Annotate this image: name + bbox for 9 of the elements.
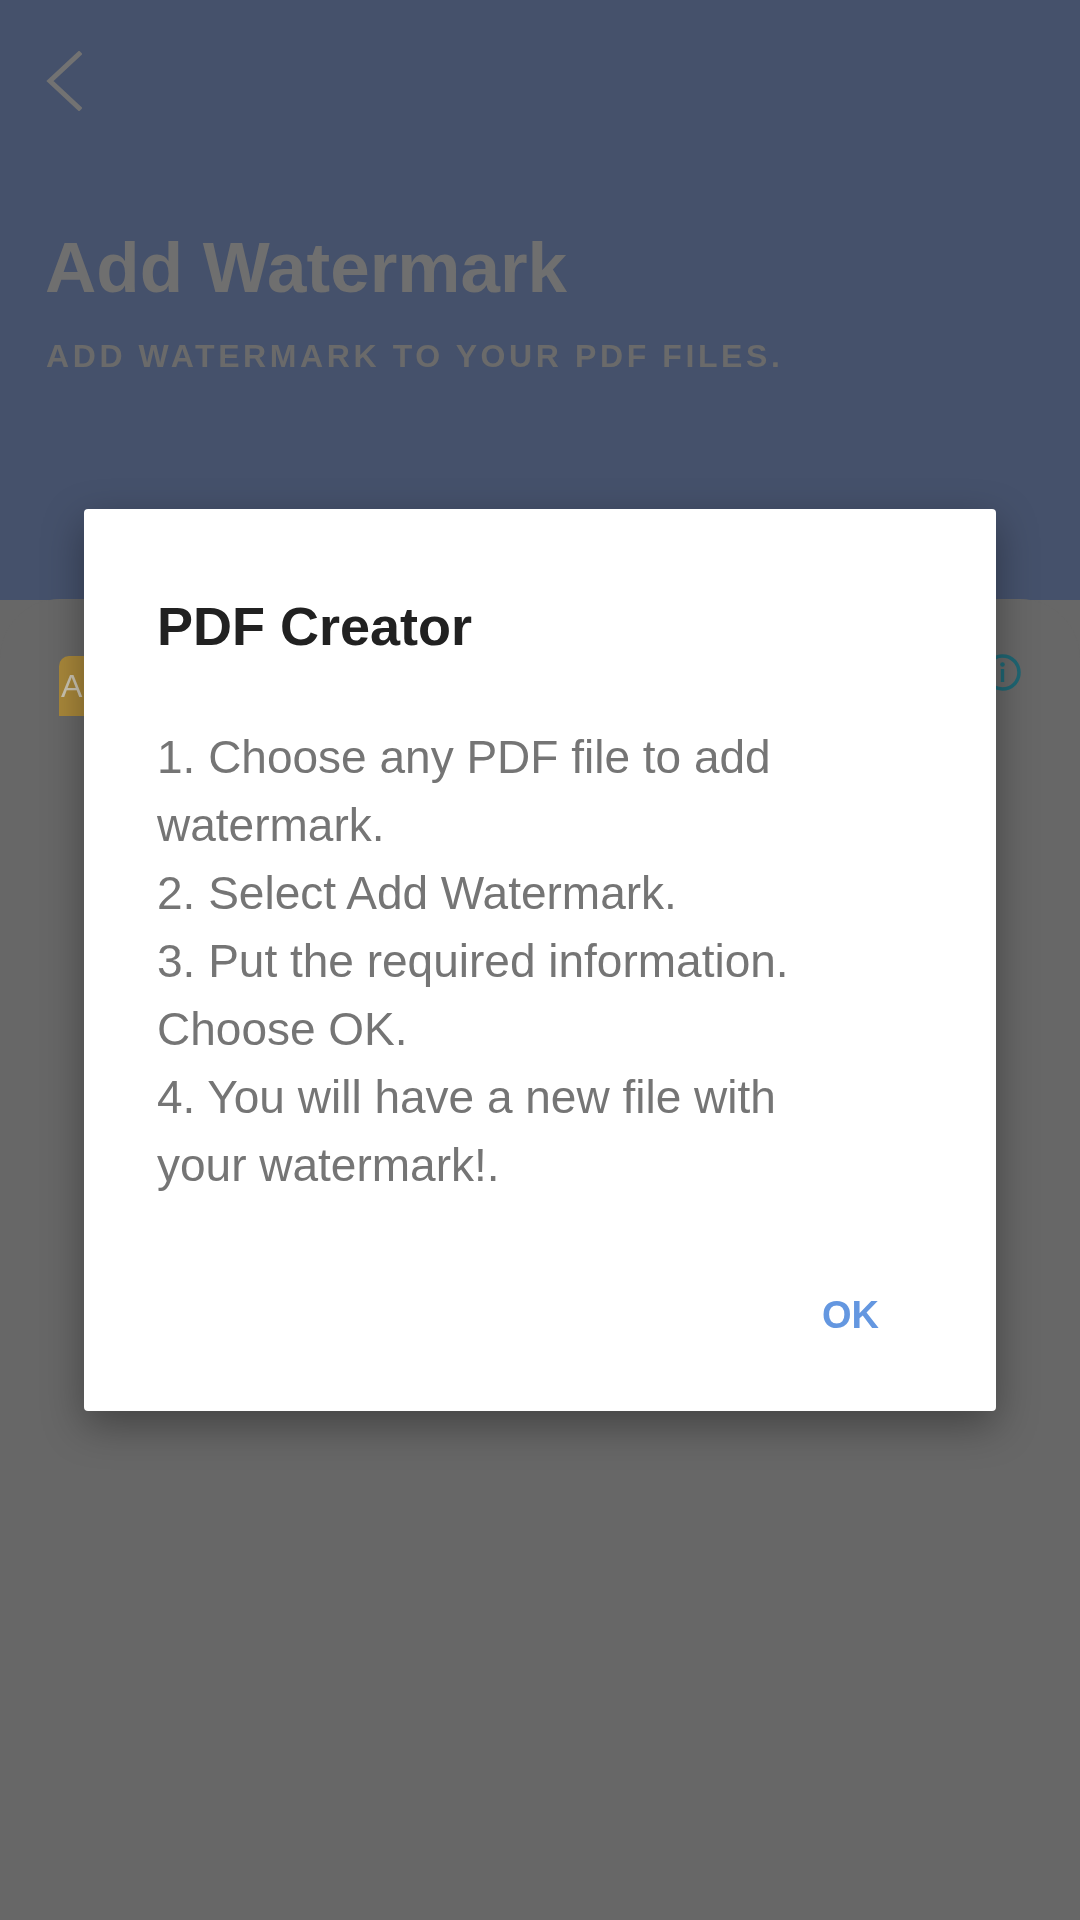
instruction-step: 1. Choose any PDF file to add watermark. (157, 723, 837, 859)
dialog-title: PDF Creator (157, 595, 474, 658)
instruction-step: 2. Select Add Watermark. (157, 859, 837, 927)
instruction-step: 4. You will have a new file with your watermark!. (157, 1063, 837, 1199)
ok-button[interactable]: OK (798, 1275, 903, 1355)
back-icon[interactable] (44, 51, 82, 111)
instruction-step: 3. Put the required information. Choose OK. (157, 927, 837, 1063)
info-icon[interactable] (996, 654, 1021, 691)
letter-tile: A (59, 656, 84, 716)
